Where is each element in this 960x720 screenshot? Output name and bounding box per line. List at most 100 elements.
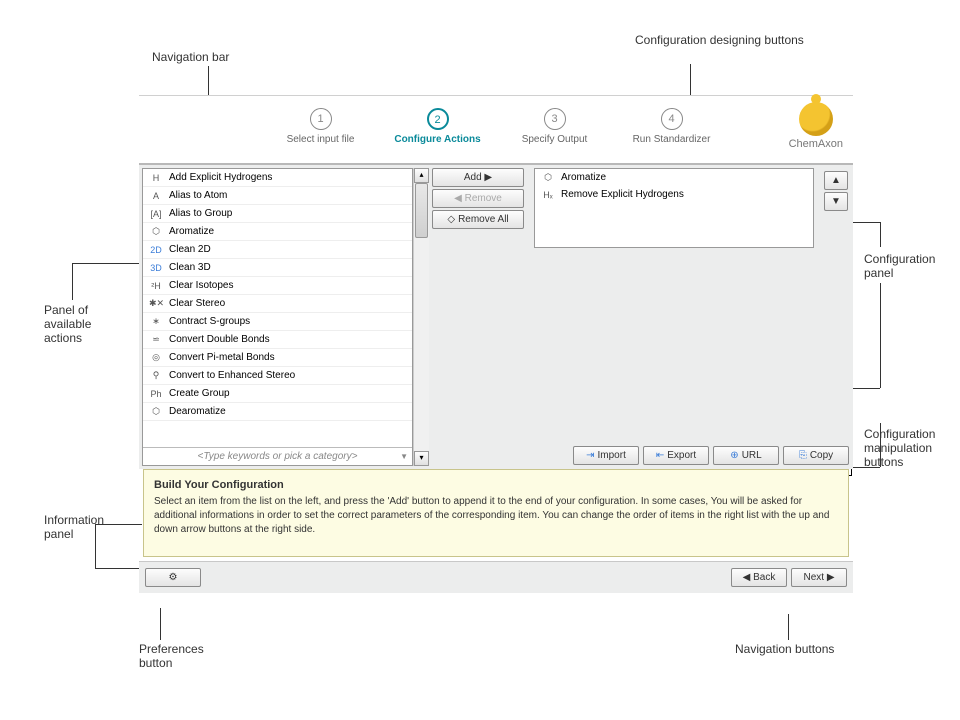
action-label: Dearomatize [169,406,226,417]
search-input[interactable]: <Type keywords or pick a category> ▼ [143,447,412,465]
annotation-navbtns: Navigation buttons [735,642,834,656]
action-icon: H [149,173,163,183]
dropdown-icon[interactable]: ▼ [400,452,408,461]
action-icon: [A] [149,209,163,219]
config-row[interactable]: Hₓ Remove Explicit Hydrogens [535,186,813,203]
action-row[interactable]: Ph Create Group [143,385,412,403]
action-icon: A [149,191,163,201]
configuration-panel[interactable]: ⬡Aromatize Hₓ Remove Explicit Hydrogens [534,168,814,248]
url-button[interactable]: ⊕URL [713,446,779,465]
logo-text: ChemAxon [789,138,843,150]
action-icon: ◎ [149,352,163,363]
scroll-down-icon[interactable]: ▾ [414,451,429,466]
footer: ⚙ ◀ Back Next ▶ [139,561,853,593]
action-row[interactable]: ⬡Dearomatize [143,403,412,421]
config-design-buttons: Add ▶ ◀ Remove ◇Remove All [432,168,524,248]
action-icon: ⚲ [149,370,163,381]
config-row[interactable]: ⬡Aromatize [535,169,813,186]
actions-scrollbar[interactable]: ▴ ▾ [413,168,429,466]
action-row[interactable]: H Add Explicit Hydrogens [143,169,412,187]
center-area: Add ▶ ◀ Remove ◇Remove All ⬡Aromatize Hₓ R… [429,165,853,469]
action-icon: Ph [149,389,163,399]
import-button[interactable]: ⇥Import [573,446,639,465]
move-up-button[interactable]: ▲ [824,171,848,190]
action-label: Clear Stereo [169,298,225,309]
available-actions-panel: H Add Explicit Hydrogens A Alias to Atom [A]… [142,168,413,466]
step-3[interactable]: 3 Specify Output [509,108,601,145]
action-label: Alias to Atom [169,190,227,201]
action-icon: ⋍ [149,334,163,345]
app-window: 1 Select input file 2 Configure Actions … [139,95,853,593]
action-row[interactable]: ⋍Convert Double Bonds [143,331,412,349]
action-label: Add Explicit Hydrogens [169,172,272,183]
add-button[interactable]: Add ▶ [432,168,524,187]
remove-button[interactable]: ◀ Remove [432,189,524,208]
annotation-info-panel: Information panel [44,513,124,541]
remove-all-button[interactable]: ◇Remove All [432,210,524,229]
copy-button[interactable]: ⎘Copy [783,446,849,465]
step-1-circle: 1 [310,108,332,130]
step-1-label: Select input file [275,134,367,145]
action-label: Create Group [169,388,230,399]
config-icon: ⬡ [541,172,555,183]
action-icon: 2D [149,245,163,255]
action-row[interactable]: ⬡ Aromatize [143,223,412,241]
action-row[interactable]: A Alias to Atom [143,187,412,205]
url-label: URL [742,450,762,461]
action-icon: ∗ [149,316,163,327]
config-label: Remove Explicit Hydrogens [561,189,684,200]
import-icon: ⇥ [586,450,594,461]
main-body: H Add Explicit Hydrogens A Alias to Atom [A]… [139,163,853,469]
action-row[interactable]: 2D Clean 2D [143,241,412,259]
annotation-config-design: Configuration designing buttons [635,33,804,47]
next-button[interactable]: Next ▶ [791,568,847,587]
chemaxon-logo: ChemAxon [789,102,843,150]
action-row[interactable]: ²HClear Isotopes [143,277,412,295]
action-row[interactable]: ◎ Convert Pi-metal Bonds [143,349,412,367]
preferences-button[interactable]: ⚙ [145,568,201,587]
step-3-circle: 3 [544,108,566,130]
step-4-label: Run Standardizer [626,134,718,145]
action-label: Clean 3D [169,262,211,273]
action-row[interactable]: [A] Alias to Group [143,205,412,223]
action-label: Convert to Enhanced Stereo [169,370,295,381]
annotation-manip: Configuration manipulation buttons [864,427,954,469]
step-2-circle: 2 [427,108,449,130]
action-icon: ✱✕ [149,298,163,309]
step-4[interactable]: 4 Run Standardizer [626,108,718,145]
action-label: Clear Isotopes [169,280,233,291]
step-2[interactable]: 2 Configure Actions [392,108,484,145]
action-icon: ⬡ [149,226,163,237]
export-button[interactable]: ⇤Export [643,446,709,465]
action-row[interactable]: ∗Contract S-groups [143,313,412,331]
config-icon: Hₓ [541,190,555,200]
action-label: Aromatize [169,226,214,237]
scroll-up-icon[interactable]: ▴ [414,168,429,183]
action-row[interactable]: 3DClean 3D [143,259,412,277]
export-icon: ⇤ [656,450,664,461]
action-label: Alias to Group [169,208,232,219]
navigation-bar: 1 Select input file 2 Configure Actions … [139,96,853,163]
move-down-button[interactable]: ▼ [824,192,848,211]
navigation-buttons: ◀ Back Next ▶ [731,568,847,587]
action-list[interactable]: H Add Explicit Hydrogens A Alias to Atom [A]… [143,169,412,447]
back-button[interactable]: ◀ Back [731,568,787,587]
scroll-thumb[interactable] [415,183,428,238]
scroll-track[interactable] [414,183,429,451]
copy-label: Copy [810,450,833,461]
action-label: Clean 2D [169,244,211,255]
remove-all-label: Remove All [458,214,509,225]
action-row[interactable]: ✱✕ Clear Stereo [143,295,412,313]
action-row[interactable]: ⚲ Convert to Enhanced Stereo [143,367,412,385]
logo-icon [799,102,833,136]
reorder-buttons: ▲ ▼ [824,168,850,248]
step-2-label: Configure Actions [392,134,484,145]
annotation-prefs: Preferences button [139,642,219,670]
annotation-actions-panel: Panel of available actions [44,303,124,345]
step-3-label: Specify Output [509,134,601,145]
action-label: Convert Pi-metal Bonds [169,352,275,363]
search-placeholder: <Type keywords or pick a category> [198,451,358,462]
eraser-icon: ◇ [447,214,455,225]
annotation-navbar: Navigation bar [152,50,229,64]
step-1[interactable]: 1 Select input file [275,108,367,145]
